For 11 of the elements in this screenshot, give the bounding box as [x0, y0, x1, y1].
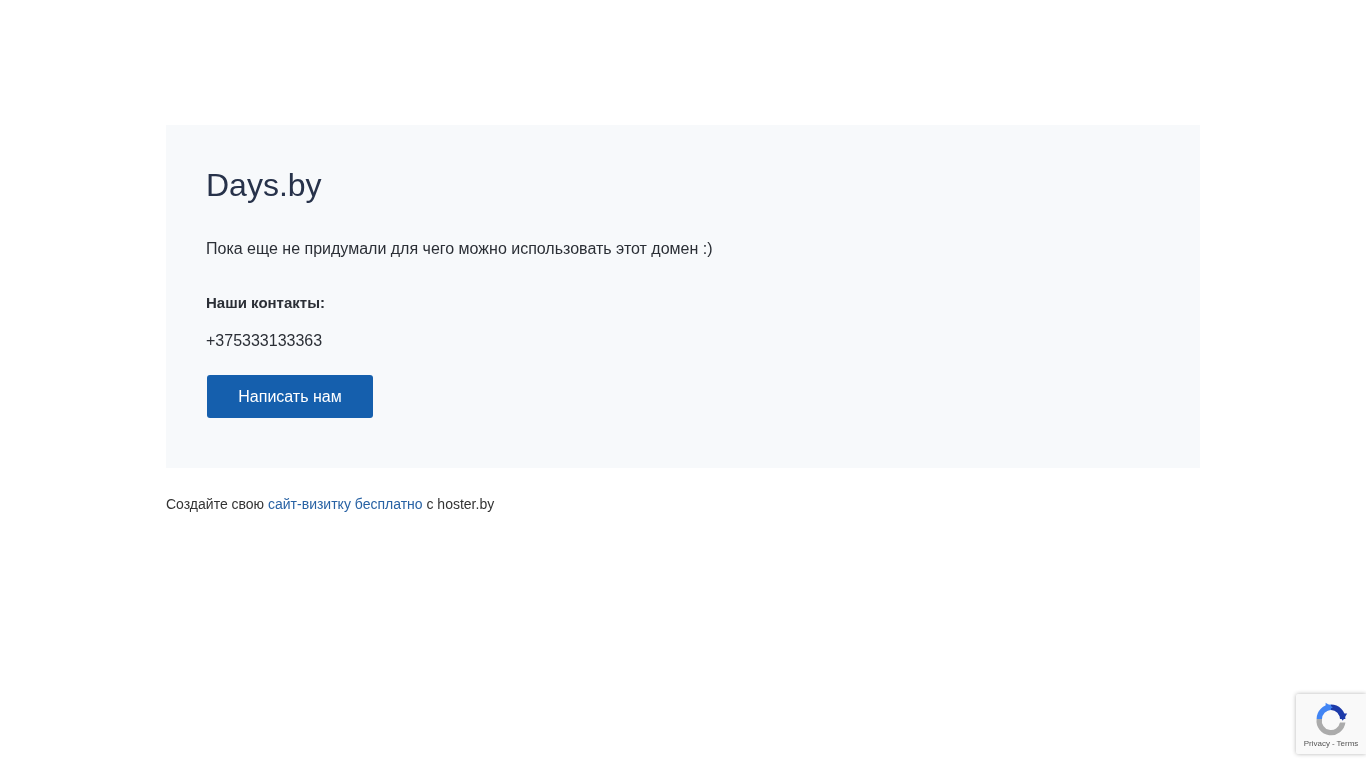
write-us-button[interactable]: Написать нам	[207, 375, 373, 418]
recaptcha-logo-icon	[1313, 700, 1349, 737]
privacy-link[interactable]: Privacy	[1303, 738, 1330, 748]
phone-number: +375333133363	[206, 331, 324, 351]
terms-link[interactable]: Terms	[1336, 738, 1359, 748]
business-card-link[interactable]: сайт-визитку бесплатно	[268, 496, 423, 512]
description-text: Пока еще не придумали для чего можно использовать этот домен :)	[206, 239, 714, 259]
contacts-heading: Наши контакты:	[206, 293, 326, 313]
link-separator: -	[1331, 738, 1335, 748]
site-title: Days.by	[206, 166, 323, 205]
footer-text: Создайте свою сайт-визитку бесплатно с hoster.by	[166, 496, 496, 512]
